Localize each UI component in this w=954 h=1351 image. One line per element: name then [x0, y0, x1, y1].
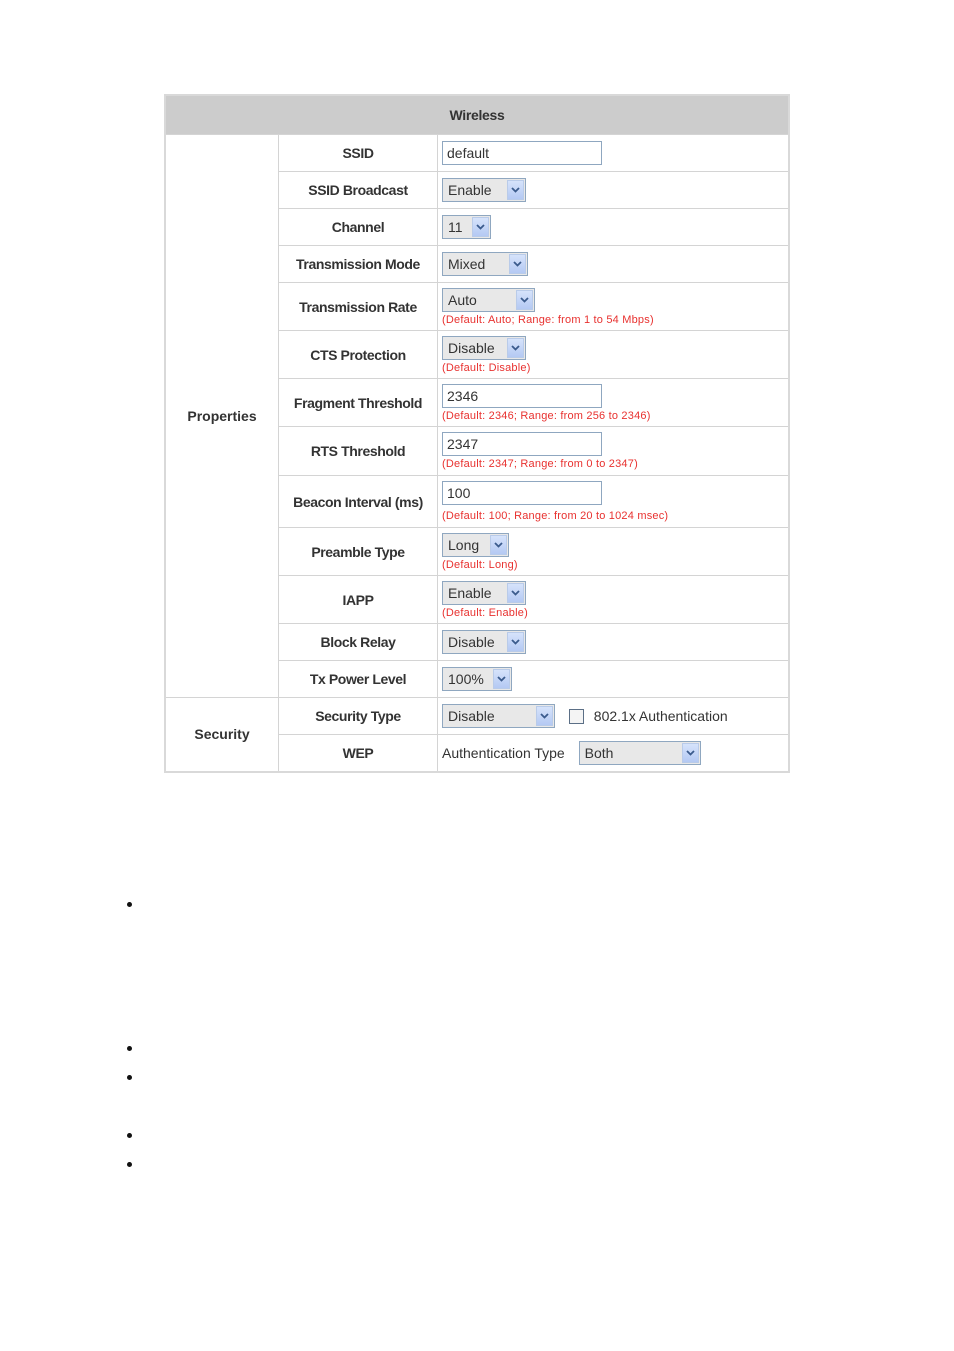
- ssid-broadcast-select[interactable]: Enable: [442, 178, 526, 202]
- rts-threshold-input[interactable]: 2347: [442, 432, 602, 456]
- transmission-rate-hint: (Default: Auto; Range: from 1 to 54 Mbps…: [442, 313, 654, 326]
- bullet-point: [127, 902, 132, 907]
- chevron-down-icon[interactable]: [472, 217, 489, 237]
- bullet-point: [127, 1133, 132, 1138]
- chevron-down-icon[interactable]: [681, 742, 699, 763]
- fragment-threshold-label: Fragment Threshold: [278, 378, 438, 427]
- preamble-type-label: Preamble Type: [278, 527, 438, 576]
- bullet-point: [127, 1162, 132, 1167]
- cts-protection-hint: (Default: Disable): [442, 361, 531, 374]
- preamble-type-select[interactable]: Long: [442, 532, 509, 557]
- tx-power-level-value: 100%: [448, 671, 484, 687]
- ssid-input[interactable]: default: [442, 141, 602, 165]
- authentication-type-label: Authentication Type: [442, 744, 565, 761]
- group-label-properties: Properties: [164, 134, 279, 698]
- channel-value: 11: [448, 219, 463, 235]
- security-type-select[interactable]: Disable: [442, 704, 555, 728]
- preamble-type-hint: (Default: Long): [442, 558, 518, 571]
- fragment-threshold-hint: (Default: 2346; Range: from 256 to 2346): [442, 409, 651, 422]
- rts-threshold-label: RTS Threshold: [278, 426, 438, 476]
- wireless-settings-table: Wireless Properties SSID default SSID Br…: [164, 94, 790, 773]
- chevron-down-icon[interactable]: [507, 632, 524, 652]
- chevron-down-icon[interactable]: [509, 254, 526, 274]
- authentication-type-value: Both: [584, 744, 614, 761]
- cts-protection-select[interactable]: Disable: [442, 335, 526, 360]
- bullet-point: [127, 1075, 132, 1080]
- ssid-broadcast-label: SSID Broadcast: [278, 171, 438, 209]
- ssid-label: SSID: [278, 134, 438, 172]
- tx-power-level-label: Tx Power Level: [278, 660, 438, 698]
- iapp-label: IAPP: [278, 575, 438, 624]
- cts-protection-value: Disable: [448, 339, 495, 356]
- table-header: Wireless: [164, 94, 790, 135]
- chevron-down-icon[interactable]: [507, 337, 524, 358]
- chevron-down-icon[interactable]: [507, 180, 524, 200]
- authentication-type-select[interactable]: Both: [578, 740, 701, 765]
- beacon-interval-hint: (Default: 100; Range: from 20 to 1024 ms…: [442, 510, 669, 522]
- group-label-security: Security: [164, 697, 279, 772]
- chevron-down-icon[interactable]: [536, 706, 553, 726]
- 8021x-authentication-checkbox[interactable]: [568, 708, 584, 724]
- transmission-rate-label: Transmission Rate: [278, 282, 438, 331]
- 8021x-authentication-label: 802.1x Authentication: [593, 708, 728, 724]
- channel-select[interactable]: 11: [442, 215, 491, 239]
- transmission-mode-value: Mixed: [448, 256, 486, 272]
- security-type-value: Disable: [448, 708, 495, 724]
- row-security-type: Security Security Type Disable 802.1x Au…: [164, 697, 790, 772]
- wep-label: WEP: [278, 734, 438, 772]
- iapp-value: Enable: [448, 584, 492, 601]
- beacon-interval-input[interactable]: 100: [442, 481, 602, 505]
- tx-power-level-select[interactable]: 100%: [442, 667, 512, 691]
- chevron-down-icon[interactable]: [490, 534, 507, 555]
- row-ssid: Properties SSID default: [164, 134, 790, 698]
- preamble-type-value: Long: [448, 536, 480, 553]
- beacon-interval-label: Beacon Interval (ms): [278, 475, 438, 528]
- ssid-broadcast-value: Enable: [448, 182, 492, 198]
- transmission-mode-label: Transmission Mode: [278, 245, 438, 283]
- channel-label: Channel: [278, 208, 438, 246]
- cts-protection-label: CTS Protection: [278, 330, 438, 379]
- block-relay-select[interactable]: Disable: [442, 630, 526, 654]
- transmission-rate-value: Auto: [448, 291, 477, 308]
- chevron-down-icon[interactable]: [516, 289, 533, 310]
- transmission-mode-select[interactable]: Mixed: [442, 252, 528, 276]
- transmission-rate-select[interactable]: Auto: [442, 287, 535, 312]
- iapp-hint: (Default: Enable): [442, 606, 528, 619]
- rts-threshold-hint: (Default: 2347; Range: from 0 to 2347): [442, 458, 638, 470]
- block-relay-label: Block Relay: [278, 623, 438, 661]
- chevron-down-icon[interactable]: [507, 582, 524, 603]
- chevron-down-icon[interactable]: [493, 669, 510, 689]
- iapp-select[interactable]: Enable: [442, 580, 526, 605]
- fragment-threshold-input[interactable]: 2346: [442, 383, 602, 408]
- security-type-label: Security Type: [278, 697, 438, 735]
- block-relay-value: Disable: [448, 634, 495, 650]
- bullet-point: [127, 1046, 132, 1051]
